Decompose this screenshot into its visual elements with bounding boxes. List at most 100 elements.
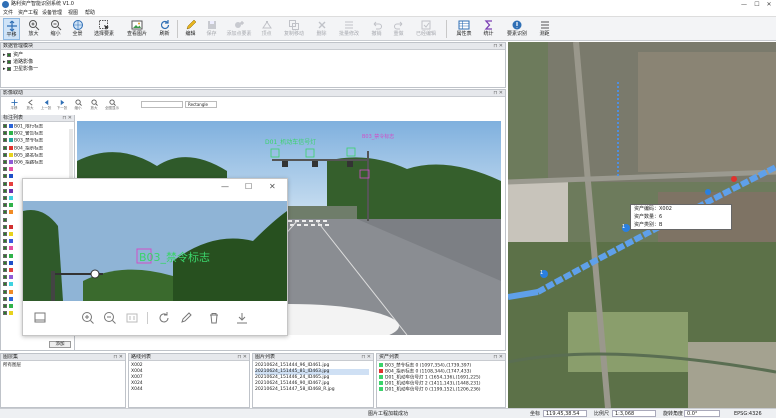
popup-maximize-button[interactable]: ☐ bbox=[245, 182, 252, 191]
layer-checkbox[interactable] bbox=[7, 59, 12, 64]
map-view[interactable]: 1 1 资产编码：X002 资产数量：6 资产类别：B bbox=[508, 42, 776, 408]
layer-checkbox[interactable] bbox=[7, 66, 12, 71]
next-image-button[interactable]: 下一张 bbox=[55, 99, 69, 111]
pin-icon[interactable]: ⊓ ✕ bbox=[361, 354, 371, 361]
legend-checkbox[interactable] bbox=[3, 282, 7, 287]
delete-button[interactable]: 删除 bbox=[313, 18, 330, 40]
statistics-button[interactable]: 统计 bbox=[480, 18, 497, 40]
refresh-button[interactable]: 刷新 bbox=[156, 18, 173, 40]
pin-icon[interactable]: ⊓ ✕ bbox=[62, 115, 72, 122]
layer-item-asset[interactable]: ▸ 资产 bbox=[3, 52, 23, 58]
pin-icon[interactable]: ⊓ ✕ bbox=[113, 354, 123, 361]
legend-checkbox[interactable] bbox=[3, 138, 7, 143]
edit-button[interactable]: 编辑 bbox=[182, 18, 199, 40]
layer-item-road-image[interactable]: ▸ 道路影像 bbox=[3, 59, 33, 65]
expand-icon[interactable]: ▸ bbox=[3, 59, 6, 65]
pan-button[interactable]: 平移 bbox=[3, 18, 20, 40]
menu-file[interactable]: 文件 bbox=[3, 9, 13, 17]
menu-device[interactable]: 设备管理 bbox=[42, 9, 62, 17]
layer-checkbox[interactable] bbox=[7, 52, 12, 57]
zoom-out-icon[interactable] bbox=[103, 311, 117, 325]
rotation-value[interactable]: 0.0° bbox=[684, 410, 720, 417]
copy-move-button[interactable]: 复制移动 bbox=[280, 18, 308, 40]
image-full-button[interactable]: 全图显示 bbox=[103, 99, 121, 111]
shape-combo[interactable]: Rectangle bbox=[185, 101, 217, 108]
popup-close-button[interactable]: ✕ bbox=[269, 182, 276, 191]
legend-checkbox[interactable] bbox=[3, 239, 7, 244]
catalog-item[interactable]: 所有图层 bbox=[3, 363, 21, 369]
popup-minimize-button[interactable]: — bbox=[221, 182, 229, 191]
menu-asset-project[interactable]: 资产工程 bbox=[18, 9, 38, 17]
menu-view[interactable]: 视图 bbox=[68, 9, 78, 17]
full-extent-button[interactable]: 全景 bbox=[69, 18, 86, 40]
legend-checkbox[interactable] bbox=[3, 181, 7, 186]
legend-item[interactable] bbox=[3, 167, 55, 173]
prev-image-button[interactable]: 上一张 bbox=[39, 99, 53, 111]
legend-checkbox[interactable] bbox=[3, 131, 7, 136]
image-zoom-out-button[interactable]: 缩小 bbox=[71, 99, 85, 111]
legend-checkbox[interactable] bbox=[3, 289, 7, 294]
vertex-button[interactable]: 顶点 bbox=[258, 18, 275, 40]
asset-list-item[interactable]: D01_机动车信号灯 0 (1199,152),(1206,236) bbox=[379, 387, 481, 394]
image-zoom-in-button[interactable]: 放大 bbox=[23, 99, 37, 111]
pin-icon[interactable]: ⊓ ✕ bbox=[237, 354, 247, 361]
feature-recognition-button[interactable]: 要素识别 bbox=[503, 18, 531, 40]
zoom-out-button[interactable]: 缩小 bbox=[47, 18, 64, 40]
legend-checkbox[interactable] bbox=[3, 268, 7, 272]
legend-checkbox[interactable] bbox=[3, 311, 7, 316]
legend-checkbox[interactable] bbox=[3, 246, 7, 251]
add-point-button[interactable]: 添加点要素 bbox=[225, 18, 253, 40]
legend-item[interactable]: B04_指示标志 bbox=[3, 145, 55, 151]
download-icon[interactable] bbox=[235, 311, 249, 325]
legend-checkbox[interactable] bbox=[3, 232, 7, 236]
legend-checkbox[interactable] bbox=[3, 253, 7, 258]
legend-checkbox[interactable] bbox=[3, 124, 7, 128]
legend-checkbox[interactable] bbox=[3, 304, 7, 308]
maximize-button[interactable]: ☐ bbox=[751, 0, 763, 9]
legend-checkbox[interactable] bbox=[3, 152, 7, 157]
legend-checkbox[interactable] bbox=[3, 275, 7, 280]
rotate-icon[interactable] bbox=[157, 311, 171, 325]
select-feature-button[interactable]: 选择要素 bbox=[90, 18, 118, 40]
attribute-table-button[interactable]: 属性表 bbox=[453, 18, 475, 40]
screen-icon[interactable] bbox=[33, 311, 47, 325]
batch-edit-button[interactable]: 批量修改 bbox=[335, 18, 363, 40]
legend-item[interactable]: B03_禁令标志 bbox=[3, 138, 55, 144]
road-list-item[interactable]: X044 bbox=[131, 387, 143, 393]
pin-icon[interactable]: ⊓ ✕ bbox=[493, 354, 503, 361]
trash-icon[interactable] bbox=[207, 311, 221, 325]
popup-image[interactable]: B03_禁令标志 bbox=[23, 201, 287, 301]
image-pan-button[interactable]: 平移 bbox=[7, 99, 21, 111]
legend-item[interactable]: B05_路名标志 bbox=[3, 152, 55, 158]
legend-checkbox[interactable] bbox=[3, 210, 7, 215]
layer-item-satellite[interactable]: ▸ 卫星影像一 bbox=[3, 66, 38, 72]
legend-checkbox[interactable] bbox=[3, 145, 7, 150]
legend-checkbox[interactable] bbox=[3, 174, 7, 179]
edited-button[interactable]: 已经编辑 bbox=[412, 18, 440, 40]
legend-checkbox[interactable] bbox=[3, 188, 7, 193]
scale-value[interactable]: 1:3,068 bbox=[612, 410, 656, 417]
legend-checkbox[interactable] bbox=[3, 296, 7, 301]
image-combo-1[interactable] bbox=[141, 101, 183, 108]
legend-checkbox[interactable] bbox=[3, 160, 7, 164]
zoom-in-icon[interactable] bbox=[81, 311, 95, 325]
save-button[interactable]: 保存 bbox=[203, 18, 220, 40]
legend-checkbox[interactable] bbox=[3, 217, 7, 222]
legend-item[interactable]: B01_限行标志 bbox=[3, 124, 55, 130]
image-zoom-button[interactable]: 放大 bbox=[87, 99, 101, 111]
zoom-in-button[interactable]: 放大 bbox=[25, 18, 42, 40]
expand-icon[interactable]: ▸ bbox=[3, 66, 6, 72]
legend-checkbox[interactable] bbox=[3, 224, 7, 229]
coord-value[interactable]: 119.45,38.54 bbox=[543, 410, 587, 417]
expand-icon[interactable]: ▸ bbox=[3, 52, 6, 58]
legend-item[interactable]: B02_警告标志 bbox=[3, 131, 55, 137]
legend-checkbox[interactable] bbox=[3, 167, 7, 172]
legend-item[interactable]: B06_指路标志 bbox=[3, 160, 55, 166]
legend-checkbox[interactable] bbox=[3, 260, 7, 265]
minimize-button[interactable]: — bbox=[738, 0, 750, 9]
redo-button[interactable]: 重做 bbox=[390, 18, 407, 40]
add-button[interactable]: 添加 bbox=[49, 341, 71, 348]
pin-icon[interactable]: ⊓ ✕ bbox=[493, 43, 503, 50]
view-image-button[interactable]: 查看图片 bbox=[123, 18, 151, 40]
pencil-icon[interactable] bbox=[179, 311, 193, 325]
